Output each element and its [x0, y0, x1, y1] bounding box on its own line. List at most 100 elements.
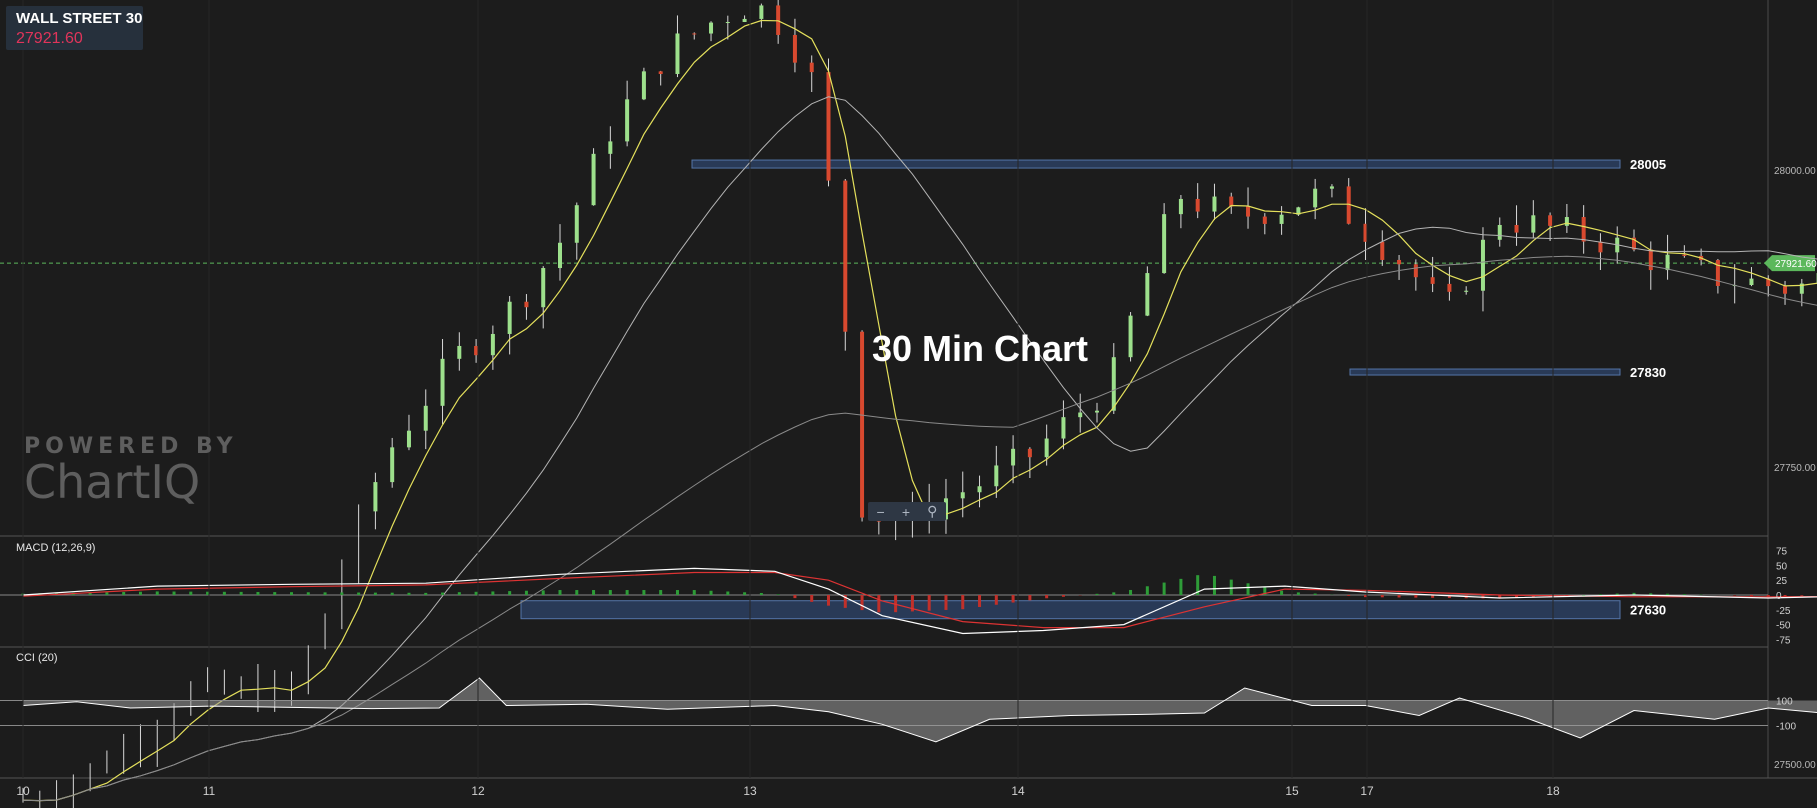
candle-body [1027, 448, 1032, 458]
candle-body [1111, 357, 1116, 411]
macd-histogram-bar [1649, 593, 1653, 595]
candle-body [558, 242, 562, 269]
macd-histogram-bar [743, 592, 747, 595]
macd-histogram-bar [793, 595, 797, 599]
macd-histogram-bar [1682, 594, 1686, 595]
x-tick-label: 12 [471, 784, 485, 798]
macd-histogram-bar [1414, 595, 1418, 598]
macd-histogram-bar [290, 592, 293, 595]
candle-body [1380, 241, 1385, 260]
candle-body [994, 465, 999, 487]
candle-body [423, 405, 428, 431]
candle-body [507, 301, 512, 334]
macd-histogram-bar [726, 591, 730, 595]
y-tick-label: 27750.00 [1774, 463, 1816, 474]
candle-body [490, 333, 495, 356]
macd-histogram-bar [625, 590, 629, 595]
macd-histogram-bar [1162, 582, 1166, 595]
macd-histogram-bar [1733, 595, 1737, 596]
candle-body [1447, 283, 1452, 292]
macd-histogram-bar [978, 595, 982, 607]
candle-body [742, 18, 747, 23]
candle-body [390, 447, 395, 483]
macd-tick-label: 75 [1776, 547, 1788, 558]
macd-histogram-bar [659, 590, 663, 595]
candle-body [1128, 315, 1133, 358]
candle-body [1682, 254, 1687, 256]
candle-body [1665, 254, 1670, 271]
y-tick-label: 27500.00 [1774, 760, 1816, 771]
macd-histogram-bar [1145, 586, 1149, 595]
macd-histogram-bar [642, 590, 646, 595]
macd-tick-label: -75 [1776, 635, 1791, 646]
macd-histogram-bar [1313, 593, 1317, 595]
macd-histogram-bar [390, 592, 394, 595]
candle-body [641, 71, 646, 100]
x-tick-label: 15 [1285, 784, 1299, 798]
candle-body [440, 358, 445, 406]
candle-body [1413, 264, 1418, 278]
instrument-name: WALL STREET 30 [16, 10, 143, 27]
macd-histogram-bar [323, 592, 327, 595]
macd-histogram-bar [1045, 595, 1049, 599]
candle-body [1564, 217, 1569, 226]
macd-histogram-bar [1666, 593, 1670, 595]
candle-body [1464, 290, 1469, 292]
x-tick-label: 13 [743, 784, 757, 798]
macd-histogram-bar [994, 595, 998, 605]
candle-body [1581, 217, 1586, 242]
candle-body [1598, 241, 1603, 253]
macd-histogram-bar [877, 595, 881, 613]
macd-histogram-bar [508, 591, 512, 595]
macd-histogram-bar [256, 591, 260, 595]
y-tick-label: 28000.00 [1774, 166, 1816, 177]
chart-canvas[interactable]: 2815228005278302763027921.6028000.002775… [0, 0, 1817, 808]
x-tick-label: 10 [16, 784, 30, 798]
chartiq-watermark: POWERED BY ChartIQ [24, 434, 238, 509]
macd-label: MACD (12,26,9) [16, 542, 96, 554]
macd-histogram-bar [1112, 592, 1116, 595]
macd-histogram-bar [1028, 595, 1032, 601]
candle-body [457, 345, 462, 359]
macd-histogram-bar [239, 591, 243, 595]
macd-histogram-bar [759, 592, 763, 595]
macd-histogram-bar [1095, 593, 1099, 595]
level-band [691, 159, 1621, 169]
candle-body [1783, 286, 1788, 294]
macd-histogram-bar [810, 595, 814, 602]
macd-histogram-bar [357, 592, 361, 595]
x-tick-label: 11 [203, 784, 216, 798]
candle-body [1749, 278, 1754, 286]
zoom-out-button[interactable]: − [877, 504, 885, 520]
candle-body [960, 492, 965, 499]
macd-histogram-bar [776, 594, 780, 595]
macd-histogram-bar [1246, 583, 1250, 595]
macd-histogram-bar [1011, 595, 1015, 603]
macd-histogram-bar [524, 590, 528, 595]
macd-histogram-bar [860, 595, 864, 611]
current-price-label: 27921.60 [1775, 259, 1817, 270]
instrument-box[interactable]: WALL STREET 30 27921.60 [6, 6, 143, 50]
macd-histogram-bar [575, 590, 579, 595]
level-band [1349, 368, 1621, 376]
candle-body [1212, 196, 1217, 212]
candle-body [1430, 277, 1435, 284]
candle-body [1715, 260, 1720, 286]
watermark-line2: ChartIQ [24, 455, 201, 509]
candle-body [1078, 412, 1083, 418]
zoom-in-button[interactable]: + [902, 504, 910, 520]
macd-histogram-bar [474, 591, 478, 595]
macd-histogram-bar [122, 591, 126, 595]
macd-histogram-bar [155, 591, 159, 595]
magnifier-icon[interactable]: ⚲ [927, 503, 937, 520]
cci-label: CCI (20) [16, 652, 58, 664]
candle-body [1044, 438, 1049, 458]
macd-tick-label: 50 [1776, 561, 1788, 572]
macd-histogram-bar [306, 592, 310, 595]
candle-body [1548, 215, 1553, 226]
candle-body [1145, 273, 1150, 316]
candle-body [474, 345, 479, 356]
candle-body [809, 62, 814, 73]
macd-histogram-bar [692, 590, 696, 595]
candle-body [1480, 239, 1485, 291]
